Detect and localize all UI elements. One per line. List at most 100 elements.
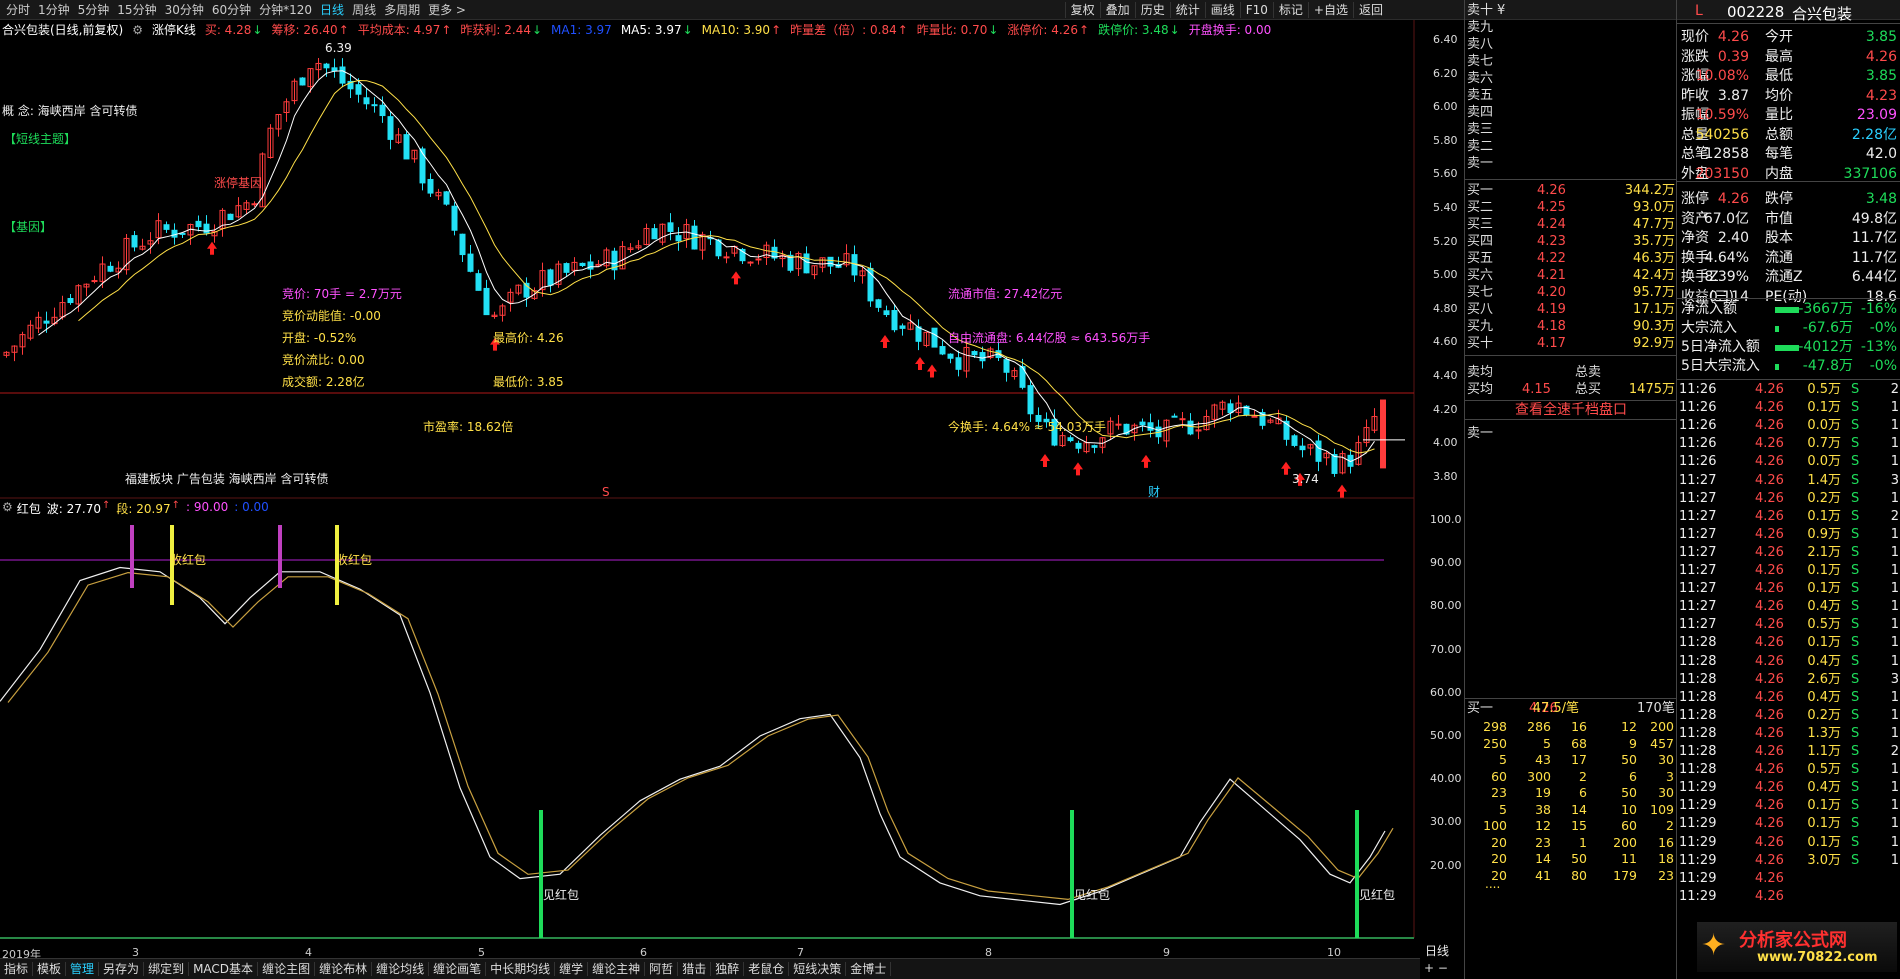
template-tab[interactable]: 缠论主神 [588,962,646,976]
toolbar-button[interactable]: +自选 [1307,2,1353,18]
quote-cell: 总额 [1765,126,1793,143]
sell-level[interactable]: 卖二 [1467,138,1675,155]
template-tab[interactable]: 金博士 [846,962,892,976]
buy-level[interactable]: 买二 4.25 93.0万 [1467,199,1675,216]
template-tab[interactable]: 管理 [66,962,100,976]
tick-row: 11:29 4.26 0.4万 S 1 [1679,779,1899,797]
template-tab[interactable]: 猎击 [678,962,712,976]
gene-label: 【基因】 [4,220,53,234]
toolbar-button[interactable]: 标记 [1272,2,1308,18]
sell-level[interactable]: 卖一 [1467,155,1675,172]
period-label[interactable]: 日线 [1425,944,1449,958]
sell-level[interactable]: 卖三 [1467,121,1675,138]
template-tab[interactable]: 模板 [33,962,67,976]
buy-avg-label: 买均 [1467,382,1494,397]
today-turnover: 今换手: 4.64% ≈ 54.03万手 [948,420,1107,434]
buy-level[interactable]: 买一 4.26 344.2万 [1467,182,1675,199]
buy-level[interactable]: 买四 4.23 35.7万 [1467,233,1675,250]
sell-avg-row: 卖均 总卖 [1467,364,1675,381]
tick-count: 1 [1890,544,1899,560]
buy-level[interactable]: 买三 4.24 47.7万 [1467,216,1675,233]
timeframe-tab[interactable]: 周线 [348,2,380,18]
sell-level-label: 卖八 [1467,37,1494,52]
template-tab[interactable]: 短线决策 [789,962,847,976]
timeframe-tab[interactable]: 60分钟 [208,2,255,18]
tick-count: 2 [1890,508,1899,524]
sell-level[interactable]: 卖八 [1467,36,1675,53]
indicator-value: : 0.00 [234,500,269,514]
candle-body [171,229,178,238]
toolbar-button[interactable]: 复权 [1064,2,1100,18]
template-tab[interactable]: 绑定到 [144,962,190,976]
template-tab[interactable]: 缠论主图 [258,962,316,976]
timeframe-tab[interactable]: 日线 [316,2,348,18]
timeframe-tab[interactable]: 分钟*120 [255,2,316,18]
timeframe-tab[interactable]: 15分钟 [113,2,160,18]
quote-cell: 4.26 [1865,48,1897,65]
tick-volume: 0.4万 [1807,599,1841,615]
buy-level[interactable]: 买十 4.17 92.9万 [1467,335,1675,352]
quote-cell: 540256 [1695,126,1749,143]
candle-body [355,84,362,95]
buy-level[interactable]: 买六 4.21 42.4万 [1467,267,1675,284]
tick-side: S [1851,400,1860,416]
full-depth-link[interactable]: 查看全速千档盘口 [1465,400,1677,420]
quote-row: 振幅 10.59% 量比 23.09 [1681,106,1897,125]
template-tab[interactable]: 中长期均线 [486,962,556,976]
indicator-header: ⚙ 红包 波: 27.70 ↑ 段: 20.97 ↑: 90.00: 0.00 [2,500,275,516]
template-tab[interactable]: 指标 [0,962,34,976]
tick-price: 4.26 [1755,888,1784,904]
buy-level[interactable]: 买五 4.22 46.3万 [1467,250,1675,267]
settings-icon[interactable]: ⚙ [2,500,13,516]
sell-level[interactable]: 卖七 [1467,53,1675,70]
template-tab[interactable]: MACD基本 [189,962,259,976]
sell-level[interactable]: 卖九 [1467,19,1675,36]
template-tab[interactable]: 另存为 [99,962,145,976]
toolbar-button[interactable]: 画线 [1204,2,1240,18]
tick-side: S [1851,490,1860,506]
indicator-value: 波: 27.70 [46,502,101,516]
timeframe-tab[interactable]: 多周期 [380,2,424,18]
template-tab[interactable]: 老鼠仓 [744,962,790,976]
tick-side: S [1851,653,1860,669]
template-tab[interactable]: 缠学 [555,962,589,976]
depth-cell: 2 [1579,768,1587,784]
template-tab[interactable]: 缠论布林 [315,962,373,976]
toolbar-button[interactable]: 历史 [1134,2,1170,18]
template-tab[interactable]: 缠论画笔 [429,962,487,976]
candle-body [587,261,594,270]
zoom-plus-minus[interactable]: + − [1424,961,1448,975]
candle-body [1331,454,1338,474]
toolbar-button[interactable]: 返回 [1352,2,1388,18]
timeframe-tab[interactable]: 30分钟 [161,2,208,18]
timeframe-tab[interactable]: 1分钟 [34,2,74,18]
timeframe-tab[interactable]: 分时 [2,2,34,18]
candle-body [1003,359,1010,373]
sell-level[interactable]: 卖五 [1467,87,1675,104]
sell-level[interactable]: 卖十 ¥ [1467,2,1675,19]
tick-row: 11:26 4.26 0.0万 S 1 [1679,453,1899,471]
toolbar-button[interactable]: F10 [1239,2,1273,18]
stock-title[interactable]: L 002228 合兴包装 [1677,0,1900,24]
template-tab[interactable]: 阿哲 [645,962,679,976]
toolbar-button[interactable]: 叠加 [1099,2,1135,18]
candle-body [339,66,346,84]
sell-level[interactable]: 卖四 [1467,104,1675,121]
candle-body [1115,423,1122,426]
buy-level[interactable]: 买九 4.18 90.3万 [1467,318,1675,335]
depth-cell: 2 [1666,818,1674,833]
buy-level[interactable]: 买八 4.19 17.1万 [1467,301,1675,318]
depth-more[interactable]: .... [1485,877,1500,891]
timeframe-tab[interactable]: 5分钟 [74,2,114,18]
template-tab[interactable]: 独醉 [711,962,745,976]
tick-time: 11:29 [1679,852,1717,868]
timeframe-tab[interactable]: 更多 > [424,2,470,18]
chart-area[interactable] [0,20,1464,958]
candle-body [939,346,946,355]
sell-level[interactable]: 卖六 [1467,70,1675,87]
depth-cell: 3 [1666,768,1674,784]
buy-level[interactable]: 买七 4.20 95.7万 [1467,284,1675,301]
toolbar-button[interactable]: 统计 [1169,2,1205,18]
tick-price: 4.26 [1755,798,1784,814]
template-tab[interactable]: 缠论均线 [372,962,430,976]
